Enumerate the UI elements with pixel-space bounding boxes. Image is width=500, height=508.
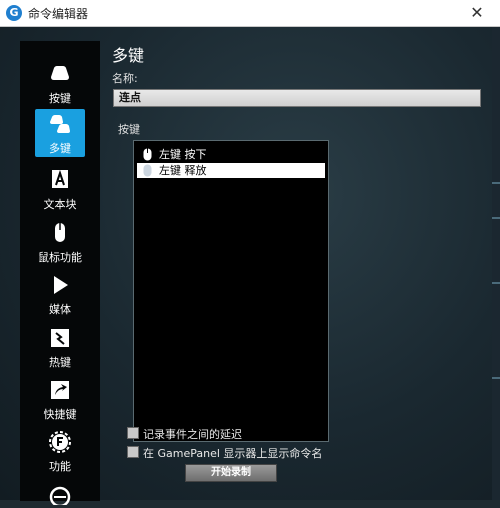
start-recording-button[interactable]: 开始录制 (185, 464, 277, 482)
window-title: 命令编辑器 (28, 7, 89, 21)
checkbox-label: 记录事件之间的延迟 (143, 428, 242, 441)
list-item[interactable]: 左键 按下 (137, 147, 325, 162)
background-window-edge (492, 27, 500, 500)
sidebar-item-label: 文本块 (43, 198, 77, 211)
list-item-selected[interactable]: 左键 释放 (137, 163, 325, 178)
logitech-g-icon: G (6, 5, 22, 21)
sidebar-item-label: 按键 (49, 92, 71, 105)
text-block-icon (48, 169, 72, 191)
keys-label: 按键 (118, 123, 140, 136)
sidebar-item-text-block[interactable]: 文本块 (20, 165, 100, 217)
gamepanel-name-checkbox[interactable] (127, 446, 139, 458)
sidebar-item-hotkey[interactable]: 热键 (20, 323, 100, 375)
command-type-sidebar: 按键 多键 文本块 鼠标功能 媒体 热键 快捷键 功能 (20, 41, 100, 508)
sidebar-item-label: 鼠标功能 (38, 251, 82, 264)
multi-key-icon (48, 113, 72, 135)
sidebar-item-label: 快捷键 (43, 408, 77, 421)
shortcut-arrow-icon (48, 379, 72, 401)
function-gear-icon (48, 431, 72, 453)
gamepad-icon (48, 483, 72, 508)
sidebar-item-function[interactable]: 功能 (20, 427, 100, 479)
close-button[interactable]: ✕ (454, 0, 500, 26)
mouse-icon (48, 222, 72, 244)
sidebar-item-shortcut[interactable]: 快捷键 (20, 375, 100, 427)
page-title: 多键 (112, 46, 145, 65)
record-delay-checkbox[interactable] (127, 427, 139, 439)
name-field[interactable]: 连点 (113, 89, 481, 107)
name-label: 名称: (112, 72, 138, 85)
key-event-list[interactable]: 左键 按下 左键 释放 (133, 140, 329, 442)
sidebar-item-multikey[interactable]: 多键 (20, 109, 100, 161)
key-event-label: 左键 释放 (159, 164, 207, 177)
window-titlebar: G 命令编辑器 ✕ (0, 0, 500, 27)
hotkey-icon (48, 327, 72, 349)
sidebar-item-mouse-function[interactable]: 鼠标功能 (20, 218, 100, 270)
keyboard-key-icon (48, 63, 72, 85)
sidebar-item-media[interactable]: 媒体 (20, 270, 100, 322)
sidebar-item-keystroke[interactable]: 按键 (20, 59, 100, 111)
sidebar-item-label: 功能 (49, 460, 71, 473)
sidebar-item-label: 热键 (49, 356, 71, 369)
play-icon (48, 274, 72, 296)
checkbox-label: 在 GamePanel 显示器上显示命令名 (143, 447, 323, 460)
mouse-icon (143, 148, 152, 161)
sidebar-item-label: 媒体 (49, 303, 71, 316)
mouse-icon (143, 164, 152, 177)
command-editor-window: 按键 多键 文本块 鼠标功能 媒体 热键 快捷键 功能 多键 名称: 连点 按键… (0, 27, 492, 508)
key-event-label: 左键 按下 (159, 148, 207, 161)
sidebar-item-label: 多键 (49, 142, 71, 155)
sidebar-item-more[interactable] (20, 479, 100, 508)
